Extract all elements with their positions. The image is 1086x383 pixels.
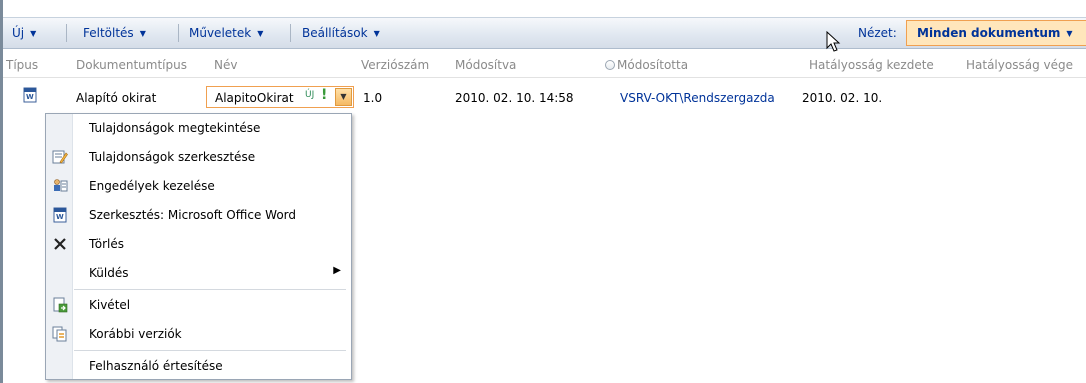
chevron-down-icon: ▼ [30, 29, 37, 38]
menu-item-label: Tulajdonságok szerkesztése [89, 150, 256, 164]
cell-modified-by-link[interactable]: VSRV-OKT\Rendszergazda [620, 91, 775, 105]
column-header-modified-by[interactable]: Módosította [605, 58, 688, 72]
header-divider [3, 77, 1086, 78]
settings-menu-button[interactable]: Beállítások ▼ [302, 26, 380, 40]
presence-icon [605, 60, 615, 70]
version-history-icon [52, 326, 67, 342]
cell-version: 1.0 [363, 91, 383, 105]
permissions-icon [54, 179, 68, 192]
cell-doc-type: Alapító okirat [76, 91, 157, 105]
svg-text:W: W [26, 93, 34, 101]
chevron-down-icon: ▼ [373, 29, 380, 38]
upload-label: Feltöltés [83, 26, 134, 40]
menu-item-send-to[interactable]: Küldés ▶ [46, 260, 351, 287]
left-border [0, 0, 3, 383]
column-header-name[interactable]: Név [214, 58, 237, 72]
column-header-valid-from[interactable]: Hatályosság kezdete [809, 58, 934, 72]
chevron-down-icon: ▼ [1066, 29, 1073, 38]
item-context-menu: Tulajdonságok megtekintése Tulajdonságok… [45, 113, 352, 380]
menu-item-check-out[interactable]: Kivétel [46, 292, 351, 319]
column-header-type[interactable]: Típus [6, 58, 38, 72]
menu-item-label: Korábbi verziók [89, 327, 182, 341]
menu-item-label: Kivétel [89, 298, 131, 312]
menu-item-version-history[interactable]: Korábbi verziók [46, 321, 351, 348]
toolbar-divider [66, 24, 67, 42]
new-label: Új [12, 26, 25, 40]
toolbar-divider [290, 24, 291, 42]
menu-item-manage-permissions[interactable]: Engedélyek kezelése [46, 173, 351, 200]
menu-item-label: Küldés [89, 266, 129, 280]
mouse-cursor-icon [826, 31, 841, 52]
actions-menu-button[interactable]: Műveletek ▼ [189, 26, 263, 40]
view-selector[interactable]: Minden dokumentum ▼ [906, 20, 1086, 46]
menu-separator [74, 350, 346, 351]
svg-text:W: W [56, 213, 64, 221]
column-header-valid-to[interactable]: Hatályosság vége [966, 58, 1073, 72]
edit-properties-icon [52, 150, 68, 164]
upload-menu-button[interactable]: Feltöltés ▼ [83, 26, 146, 40]
view-value: Minden dokumentum [917, 26, 1061, 40]
menu-item-delete[interactable]: Törlés [46, 231, 351, 258]
menu-item-label: Tulajdonságok megtekintése [89, 121, 261, 135]
column-header-modified[interactable]: Módosítva [455, 58, 516, 72]
chevron-down-icon: ▼ [340, 92, 347, 101]
toolbar-divider [178, 24, 179, 42]
menu-item-label: Törlés [89, 237, 125, 251]
word-document-icon[interactable]: W [22, 87, 38, 103]
document-name-field[interactable]: AlapitoOkirat ÚJ ! ▼ [206, 86, 354, 108]
submenu-arrow-icon: ▶ [333, 265, 341, 276]
menu-item-label: Szerkesztés: Microsoft Office Word [89, 208, 296, 222]
menu-item-edit-properties[interactable]: Tulajdonságok szerkesztése [46, 144, 351, 171]
cell-modified: 2010. 02. 10. 14:58 [455, 91, 574, 105]
item-menu-dropdown-button[interactable]: ▼ [335, 88, 352, 106]
settings-label: Beállítások [302, 26, 368, 40]
menu-item-label: Felhasználó értesítése [89, 359, 223, 373]
document-link[interactable]: AlapitoOkirat [215, 91, 294, 105]
menu-separator [74, 289, 346, 290]
new-menu-button[interactable]: Új ▼ [12, 26, 36, 40]
column-header-doc-type[interactable]: Dokumentumtípus [76, 58, 187, 72]
chevron-down-icon: ▼ [139, 29, 146, 38]
check-out-icon [53, 297, 68, 313]
modified-by-label: Módosította [617, 58, 689, 72]
column-header-version[interactable]: Verziószám [361, 58, 429, 72]
menu-item-view-properties[interactable]: Tulajdonságok megtekintése [46, 115, 351, 142]
new-icon: ! [321, 87, 328, 103]
actions-label: Műveletek [189, 26, 252, 40]
menu-item-alert-me[interactable]: Felhasználó értesítése [46, 353, 351, 380]
view-label: Nézet: [858, 26, 897, 40]
new-badge: ÚJ [305, 90, 315, 100]
chevron-down-icon: ▼ [257, 29, 264, 38]
cell-valid-from: 2010. 02. 10. [802, 91, 883, 105]
word-icon: W [53, 207, 67, 223]
list-toolbar: Új ▼ Feltöltés ▼ Műveletek ▼ Beállítások ▼ N… [3, 17, 1086, 49]
menu-item-label: Engedélyek kezelése [89, 179, 215, 193]
menu-item-edit-in-word[interactable]: W Szerkesztés: Microsoft Office Word [46, 202, 351, 229]
top-spacer [3, 0, 1086, 17]
delete-icon [54, 238, 66, 250]
